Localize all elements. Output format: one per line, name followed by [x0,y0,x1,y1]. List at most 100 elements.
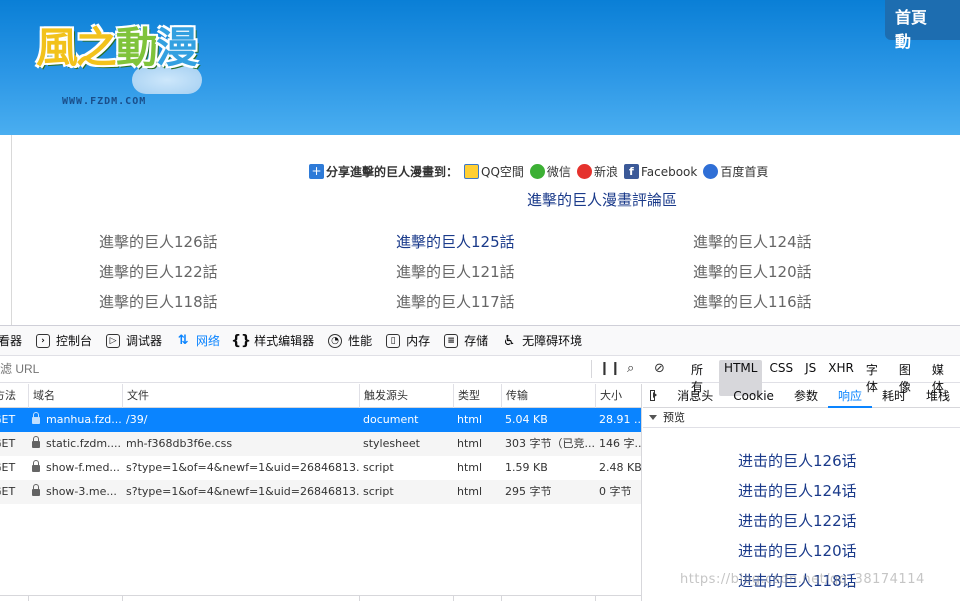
tab-debugger[interactable]: ▷ 调试器 [100,326,170,355]
column-method[interactable]: 方法 [0,384,28,408]
lock-icon [32,484,40,496]
request-table-header: 方法 域名 文件 触发源头 类型 传输 大小 [0,384,641,408]
preview-section-toggle[interactable]: 预览 [643,408,960,428]
chapter-link[interactable]: 進擊的巨人116話 [693,291,812,312]
table-row[interactable]: GET manhua.fzd... /39/ document html 5.0… [0,408,641,432]
share-qzone[interactable]: QQ空間 [481,163,524,180]
tab-console[interactable]: › 控制台 [30,326,100,355]
cell-size: 28.91 ... [599,413,642,426]
chapter-link[interactable]: 進擊的巨人117話 [396,291,515,312]
cell-cause: script [363,485,394,498]
chapter-link[interactable]: 進擊的巨人122話 [99,261,218,282]
chapter-link[interactable]: 進擊的巨人121話 [396,261,515,282]
share-facebook[interactable]: Facebook [641,165,697,179]
column-type[interactable]: 类型 [453,384,501,408]
qzone-icon[interactable] [464,164,480,179]
table-row[interactable]: GET show-f.med... s?type=1&of=4&newf=1&u… [0,456,641,480]
share-baidu[interactable]: 百度首頁 [720,163,768,180]
table-row[interactable]: GET show-3.me... s?type=1&of=4&newf=1&ui… [0,480,641,504]
facebook-icon[interactable]: f [623,164,639,179]
tab-timings[interactable]: 耗时 [872,384,916,408]
network-filter-bar: ❙❙ ⌕ ⊘ 所有 HTML CSS JS XHR 字体 图像 媒体 [0,356,960,396]
cell-file: mh-f368db3f6e.css [126,437,233,450]
cell-size: 146 字... [599,437,642,450]
filter-url-input[interactable] [0,356,590,382]
baidu-icon[interactable] [703,164,719,179]
cell-transferred: 1.59 KB [505,461,548,474]
cell-type: html [457,461,483,474]
pause-icon[interactable]: ❙❙ [599,361,621,376]
cell-cause: document [363,413,419,426]
top-nav: 首頁動 [885,0,960,51]
debugger-icon: ▷ [106,333,121,348]
block-icon[interactable]: ⊘ [654,361,665,376]
cell-type: html [457,413,483,426]
lock-icon [32,412,40,424]
preview-link[interactable]: 进击的巨人120话 [738,536,857,566]
column-cause[interactable]: 触发源头 [359,384,453,408]
cell-cause: stylesheet [363,437,420,450]
column-domain[interactable]: 域名 [28,384,122,408]
cell-domain: show-f.med... [28,456,122,480]
column-size[interactable]: 大小 [595,384,641,408]
tab-network[interactable]: ⇅ 网络 [170,326,228,355]
lock-icon [32,460,40,472]
tab-style-editor[interactable]: {} 样式编辑器 [228,326,322,355]
column-transferred[interactable]: 传输 [501,384,595,408]
tab-params[interactable]: 参数 [784,384,828,408]
memory-icon: ▯ [386,333,401,348]
watermark: https://blog.csdn.net/qq_38174114 [680,572,925,587]
devtools-panel: 查看器 ›控制台 ▷调试器 ⇅网络 {}样式编辑器 ◔性能 ▯内存 ≡存储 ♿无… [0,325,960,601]
share-wechat[interactable]: 微信 [547,163,571,180]
cell-size: 0 字节 [599,485,632,498]
weibo-icon[interactable] [576,164,592,179]
site-logo[interactable]: 風之動漫 WWW.FZDM.COM [32,8,232,112]
preview-link[interactable]: 进击的巨人124话 [738,476,857,506]
tab-performance[interactable]: ◔ 性能 [322,326,380,355]
tab-memory[interactable]: ▯ 内存 [380,326,438,355]
cell-method: GET [0,413,16,426]
column-file[interactable]: 文件 [122,384,359,408]
share-bar: + 分享進擊的巨人漫畫到： QQ空間 微信 新浪 f Facebook 百度首頁 [309,163,768,180]
wechat-icon[interactable] [529,164,545,179]
nav-home[interactable]: 首頁 [895,8,927,27]
cell-domain: manhua.fzd... [28,408,122,432]
tab-accessibility[interactable]: ♿ 无障碍环境 [496,326,590,355]
cell-size: 2.48 KB [599,461,642,474]
table-row[interactable]: GET static.fzdm.... mh-f368db3f6e.css st… [0,432,641,456]
cell-transferred: 303 字节（已竞... [505,437,595,450]
page-content: + 分享進擊的巨人漫畫到： QQ空間 微信 新浪 f Facebook 百度首頁 … [11,135,960,325]
logo-url: WWW.FZDM.COM [62,96,147,107]
site-header: 風之動漫 WWW.FZDM.COM 首頁動 [0,0,960,135]
share-lead: 分享進擊的巨人漫畫到： [326,165,459,179]
chapter-link[interactable]: 進擊的巨人125話 [396,231,515,252]
cell-type: html [457,485,483,498]
network-icon: ⇅ [177,333,189,348]
cell-cause: script [363,461,394,474]
preview-link[interactable]: 进击的巨人122话 [738,506,857,536]
preview-link[interactable]: 进击的巨人126话 [738,446,857,476]
toggle-panel-icon[interactable] [650,390,658,401]
performance-icon: ◔ [328,333,343,348]
search-icon[interactable]: ⌕ [627,361,634,376]
cell-file: s?type=1&of=4&newf=1&uid=26846813... [126,461,359,474]
nav-anime[interactable]: 動 [895,32,911,51]
comment-link[interactable]: 進擊的巨人漫畫評論區 [527,189,677,210]
chapter-link[interactable]: 進擊的巨人126話 [99,231,218,252]
tab-stack[interactable]: 堆栈 [916,384,960,408]
chapter-link[interactable]: 進擊的巨人118話 [99,291,218,312]
table-scrollbar[interactable] [0,595,641,601]
share-weibo[interactable]: 新浪 [594,163,618,180]
tab-headers[interactable]: 消息头 [667,384,723,408]
share-plus-icon: + [309,164,324,179]
tab-cookies[interactable]: Cookie [723,384,784,408]
tab-response[interactable]: 响应 [828,384,872,408]
tab-storage[interactable]: ≡ 存储 [438,326,496,355]
chapter-link[interactable]: 進擊的巨人124話 [693,231,812,252]
tab-inspector[interactable]: 查看器 [0,326,30,355]
detail-tabs: 消息头 Cookie 参数 响应 耗时 堆栈 [643,384,960,408]
cell-domain: static.fzdm.... [28,432,122,456]
request-table: 方法 域名 文件 触发源头 类型 传输 大小 GET manhua.fzd...… [0,384,642,601]
logo-title: 風之動漫 [36,23,198,72]
chapter-link[interactable]: 進擊的巨人120話 [693,261,812,282]
